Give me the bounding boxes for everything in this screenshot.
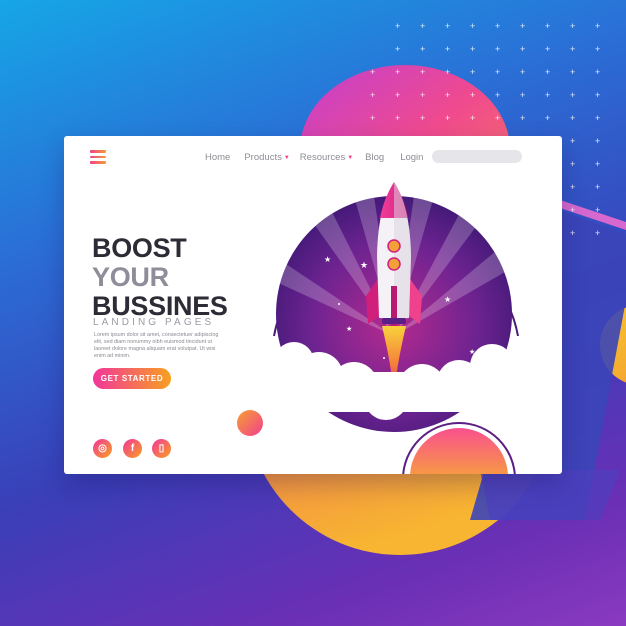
phone-icon[interactable]: ▯ — [152, 439, 171, 458]
headline-line-2: YOUR — [92, 262, 169, 292]
nav-blog[interactable]: Blog — [365, 152, 384, 163]
plus-mark: + — [595, 228, 601, 238]
plus-mark: + — [445, 90, 451, 100]
plus-mark: + — [520, 67, 526, 77]
top-nav: Home Products ▼ Resources ▼ Blog Login — [205, 152, 423, 163]
plus-mark: + — [470, 113, 476, 123]
plus-mark: + — [570, 205, 576, 215]
plus-mark: + — [570, 182, 576, 192]
instagram-icon[interactable]: ◎ — [93, 439, 112, 458]
nav-login[interactable]: Login — [400, 152, 423, 163]
rocket-window-top — [387, 239, 401, 253]
plus-mark: + — [570, 90, 576, 100]
rocket-window-bottom — [387, 257, 401, 271]
nav-login-label: Login — [400, 152, 424, 163]
nav-blog-label: Blog — [365, 152, 385, 163]
plus-mark: + — [595, 205, 601, 215]
decorative-ball — [237, 410, 263, 436]
headline-line-1: BOOST — [92, 233, 187, 263]
plus-mark: + — [570, 113, 576, 123]
plus-mark: + — [595, 136, 601, 146]
chevron-down-icon: ▼ — [347, 154, 354, 161]
hamburger-menu-icon[interactable] — [90, 150, 106, 164]
plus-mark: + — [420, 21, 426, 31]
plus-mark: + — [420, 90, 426, 100]
plus-mark: + — [395, 67, 401, 77]
rocket-nozzle — [382, 318, 406, 324]
plus-mark: + — [595, 44, 601, 54]
nav-home[interactable]: Home — [205, 152, 230, 163]
plus-mark: + — [445, 44, 451, 54]
plus-mark: + — [370, 113, 376, 123]
plus-mark: + — [570, 21, 576, 31]
plus-mark: + — [420, 67, 426, 77]
plus-mark: + — [495, 44, 501, 54]
plus-mark: + — [570, 136, 576, 146]
purple-shape — [480, 470, 620, 520]
get-started-button[interactable]: GET STARTED — [93, 368, 171, 389]
hero-body-text: Lorem ipsum dolor sit amet, consectetuer… — [94, 332, 219, 359]
plus-mark: + — [570, 228, 576, 238]
plus-mark: + — [445, 21, 451, 31]
nav-resources-label: Resources — [299, 152, 346, 163]
plus-mark: + — [420, 113, 426, 123]
plus-mark: + — [470, 21, 476, 31]
svg-text:★: ★ — [444, 295, 451, 304]
plus-mark: + — [395, 90, 401, 100]
plus-mark: + — [470, 67, 476, 77]
nav-home-label: Home — [205, 152, 231, 163]
plus-mark: + — [595, 21, 601, 31]
plus-mark: + — [420, 44, 426, 54]
plus-mark: + — [445, 67, 451, 77]
plus-mark: + — [395, 21, 401, 31]
facebook-icon[interactable]: f — [123, 439, 142, 458]
plus-mark: + — [570, 67, 576, 77]
plus-mark: + — [495, 90, 501, 100]
plus-mark: + — [520, 21, 526, 31]
plus-mark: + — [545, 44, 551, 54]
nav-resources[interactable]: Resources ▼ — [300, 152, 353, 163]
plus-mark: + — [520, 90, 526, 100]
plus-mark: + — [595, 159, 601, 169]
nav-products[interactable]: Products ▼ — [244, 152, 289, 163]
plus-mark: + — [470, 90, 476, 100]
svg-text:★: ★ — [360, 261, 368, 271]
plus-mark: + — [570, 44, 576, 54]
svg-text:★: ★ — [346, 325, 352, 333]
plus-mark: + — [595, 67, 601, 77]
svg-text:★: ★ — [324, 255, 331, 264]
plus-mark: + — [520, 44, 526, 54]
plus-mark: + — [545, 67, 551, 77]
plus-mark: + — [520, 113, 526, 123]
plus-mark: + — [470, 44, 476, 54]
landing-page-card: Home Products ▼ Resources ▼ Blog Login BOO… — [64, 136, 562, 474]
plus-mark: + — [545, 113, 551, 123]
plus-mark: + — [545, 90, 551, 100]
plus-mark: + — [495, 21, 501, 31]
plus-mark: + — [370, 90, 376, 100]
hero-subtitle: LANDING PAGES — [93, 317, 215, 328]
rocket-illustration: ★ ★ ★ ★ ★ — [264, 182, 524, 432]
hero-headline: BOOST YOUR BUSSINES — [92, 234, 228, 321]
plus-mark: + — [495, 113, 501, 123]
search-input[interactable] — [432, 150, 522, 163]
plus-mark: + — [595, 90, 601, 100]
plus-mark: + — [570, 159, 576, 169]
chevron-down-icon: ▼ — [283, 154, 290, 161]
plus-mark: + — [370, 67, 376, 77]
plus-mark: + — [395, 113, 401, 123]
plus-mark: + — [595, 182, 601, 192]
plus-mark: + — [495, 67, 501, 77]
plus-mark: + — [445, 113, 451, 123]
plus-mark: + — [395, 44, 401, 54]
plus-mark: + — [545, 21, 551, 31]
nav-products-label: Products — [244, 152, 282, 163]
plus-mark: + — [595, 113, 601, 123]
